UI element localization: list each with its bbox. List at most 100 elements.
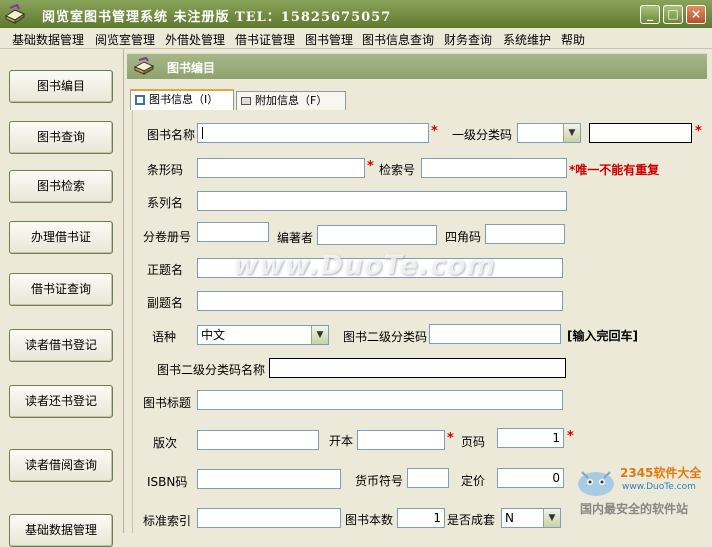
logo-brand: 2345软件大全 — [620, 466, 702, 480]
panel-title: 图书编目 — [167, 61, 216, 75]
tab-book-info[interactable]: 图书信息（I） — [130, 89, 234, 110]
category1-text-input[interactable] — [589, 123, 692, 143]
menu-book-query[interactable]: 图书信息查询 — [362, 31, 434, 48]
is-set-select-value: N — [505, 511, 514, 525]
category2-name-input[interactable] — [269, 358, 566, 378]
extra-info-icon — [241, 97, 251, 105]
sub-title-label: 副题名 — [147, 296, 184, 310]
currency-input[interactable] — [407, 468, 449, 488]
chevron-down-icon[interactable]: ▼ — [311, 326, 328, 344]
edition-label: 版次 — [153, 436, 178, 450]
minimize-button[interactable]: _ — [640, 5, 660, 24]
tab-book-info-label: 图书信息（I） — [149, 93, 219, 106]
std-index-input[interactable] — [197, 508, 341, 528]
sidebar-borrow-query-button[interactable]: 读者借阅查询 — [9, 449, 113, 482]
sidebar-card-query-button[interactable]: 借书证查询 — [9, 273, 113, 306]
close-button[interactable]: × — [686, 5, 706, 24]
isbn-input[interactable] — [197, 469, 341, 489]
tab-extra-info[interactable]: 附加信息（F） — [236, 91, 346, 110]
logo-slogan: 国内最安全的软件站 — [580, 502, 689, 516]
price-label: 定价 — [461, 474, 486, 488]
chevron-down-icon[interactable]: ▼ — [543, 509, 560, 527]
required-mark: * — [695, 124, 702, 139]
language-select[interactable]: 中文 ▼ — [197, 325, 329, 345]
panel-header: 图书编目 — [127, 53, 707, 79]
sidebar-book-search-button[interactable]: 图书检索 — [9, 170, 113, 203]
site-logo: 2345软件大全 www.DuoTe.com 国内最安全的软件站 — [572, 462, 710, 522]
menu-reading-room[interactable]: 阅览室管理 — [95, 31, 155, 48]
search-no-input[interactable] — [421, 158, 567, 178]
window-title: 阅览室图书管理系统 未注册版 TEL：15825675057 — [42, 10, 392, 25]
logo-url: www.DuoTe.com — [622, 482, 696, 492]
menu-basic-data[interactable]: 基础数据管理 — [12, 31, 84, 48]
author-input[interactable] — [317, 225, 437, 245]
menu-help[interactable]: 帮助 — [561, 31, 585, 48]
series-input[interactable] — [197, 191, 567, 211]
title-bar: 阅览室图书管理系统 未注册版 TEL：15825675057 _ □ × — [0, 0, 712, 28]
enter-hint: [输入完回车] — [567, 329, 638, 343]
book-tags-input[interactable] — [197, 390, 563, 410]
language-label: 语种 — [152, 330, 177, 344]
book-tags-label: 图书标题 — [143, 396, 192, 410]
edition-input[interactable] — [197, 430, 319, 450]
copies-input[interactable]: 1 — [397, 508, 445, 528]
required-mark: * — [431, 124, 438, 139]
category2-input[interactable] — [429, 324, 561, 344]
book-info-icon — [135, 95, 145, 105]
watermark-text: www.DuoTe.com — [233, 250, 496, 281]
category2-name-label: 图书二级分类码名称 — [157, 363, 266, 377]
search-no-label: 检索号 — [379, 163, 416, 177]
volume-no-label: 分卷册号 — [143, 230, 192, 244]
book-icon — [133, 57, 155, 75]
main-title-label: 正题名 — [147, 263, 184, 277]
maximize-button[interactable]: □ — [663, 5, 683, 24]
author-label: 编著者 — [277, 231, 314, 245]
required-mark: * — [367, 159, 374, 174]
book-name-input[interactable] — [197, 123, 429, 143]
copies-label: 图书本数 — [345, 513, 394, 527]
is-set-label: 是否成套 — [447, 513, 496, 527]
volume-no-input[interactable] — [197, 222, 269, 242]
menu-bar: 基础数据管理 阅览室管理 外借处管理 借书证管理 图书管理 图书信息查询 财务查… — [0, 28, 712, 49]
menu-system-maintenance[interactable]: 系统维护 — [503, 31, 551, 48]
series-label: 系列名 — [147, 196, 184, 210]
required-mark: * — [567, 429, 574, 444]
price-input[interactable]: 0 — [497, 468, 564, 488]
chevron-down-icon[interactable]: ▼ — [563, 124, 580, 142]
sub-title-input[interactable] — [197, 291, 563, 311]
app-book-icon — [4, 4, 26, 24]
sidebar-basic-data-button[interactable]: 基础数据管理 — [9, 514, 113, 547]
std-index-label: 标准索引 — [143, 514, 192, 528]
tab-extra-info-label: 附加信息（F） — [255, 94, 328, 107]
category2-label: 图书二级分类码 — [343, 330, 428, 344]
text-cursor — [202, 127, 203, 139]
format-input[interactable] — [357, 430, 445, 450]
sidebar-cataloging-button[interactable]: 图书编目 — [9, 70, 113, 103]
book-name-label: 图书名称 — [147, 128, 196, 142]
sidebar: 图书编目 图书查询 图书检索 办理借书证 借书证查询 读者借书登记 读者还书登记… — [0, 49, 124, 547]
barcode-input[interactable] — [197, 158, 365, 178]
four-corner-label: 四角码 — [445, 230, 482, 244]
required-mark: * — [447, 431, 454, 446]
four-corner-input[interactable] — [485, 224, 565, 244]
sidebar-issue-card-button[interactable]: 办理借书证 — [9, 221, 113, 254]
menu-finance-query[interactable]: 财务查询 — [444, 31, 492, 48]
category1-select[interactable]: ▼ — [517, 123, 581, 143]
menu-lending[interactable]: 外借处管理 — [165, 31, 225, 48]
sidebar-book-query-button[interactable]: 图书查询 — [9, 121, 113, 154]
pages-label: 页码 — [461, 435, 486, 449]
isbn-label: ISBN码 — [147, 475, 188, 489]
currency-label: 货币符号 — [355, 474, 404, 488]
tab-strip: 图书信息（I） 附加信息（F） — [127, 80, 707, 110]
language-select-value: 中文 — [201, 328, 226, 342]
category1-label: 一级分类码 — [452, 128, 513, 142]
sidebar-return-register-button[interactable]: 读者还书登记 — [9, 385, 113, 418]
menu-book-management[interactable]: 图书管理 — [305, 31, 353, 48]
barcode-label: 条形码 — [147, 163, 184, 177]
unique-note: *唯一不能有重复 — [569, 163, 660, 177]
menu-library-card[interactable]: 借书证管理 — [235, 31, 295, 48]
sidebar-borrow-register-button[interactable]: 读者借书登记 — [9, 329, 113, 362]
is-set-select[interactable]: N ▼ — [501, 508, 561, 528]
pages-input[interactable]: 1 — [497, 428, 564, 448]
mascot-icon — [578, 471, 614, 496]
